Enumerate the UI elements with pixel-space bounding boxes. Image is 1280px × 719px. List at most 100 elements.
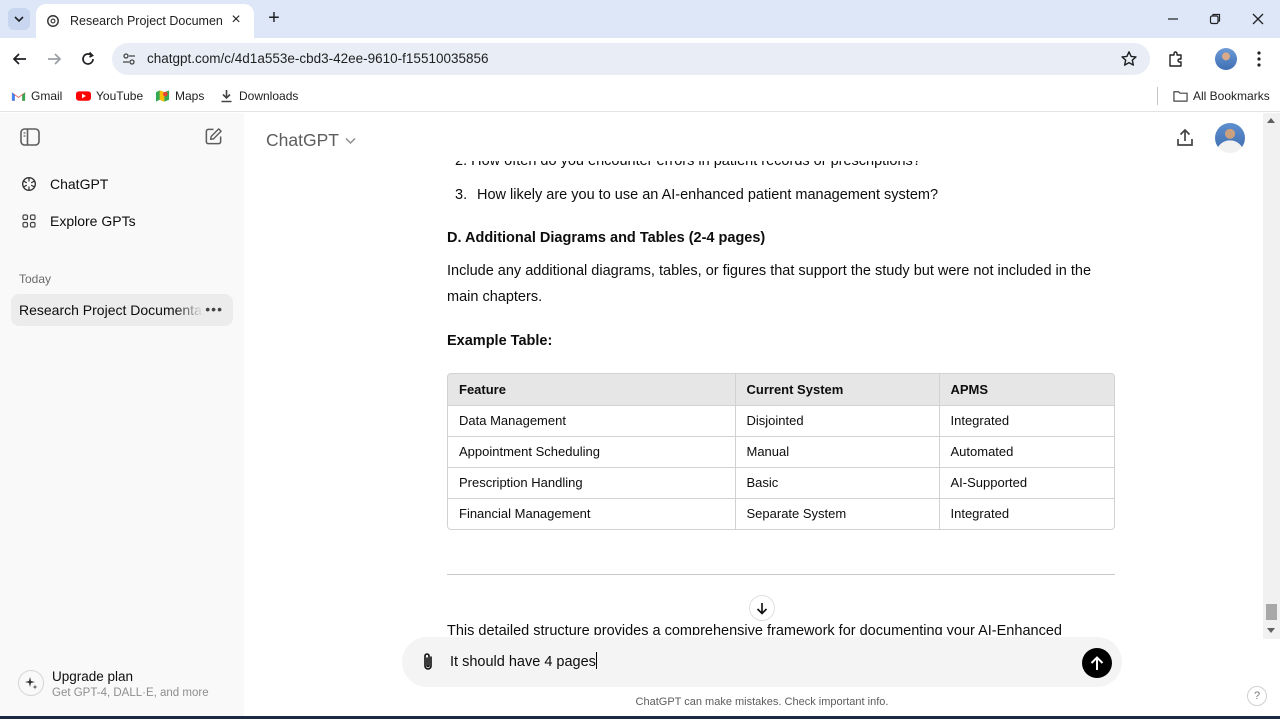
table-cell: Disjointed: [735, 404, 940, 436]
message-input-value: It should have 4 pages: [450, 654, 596, 670]
arrow-up-icon: [1090, 655, 1104, 670]
table-row: Data Management Disjointed Integrated: [448, 404, 1114, 436]
bookmark-label: YouTube: [96, 89, 144, 103]
bookmark-maps[interactable]: Maps: [155, 87, 204, 105]
bookmark-label: Gmail: [31, 89, 63, 103]
bookmark-star-icon[interactable]: [1120, 50, 1138, 68]
table-label: Example Table:: [447, 333, 553, 349]
list-number: 3.: [455, 187, 468, 203]
forward-button[interactable]: [44, 49, 64, 69]
sidebar-item-chatgpt[interactable]: ChatGPT: [12, 167, 232, 201]
chatgpt-logo-icon: [20, 175, 38, 193]
sidebar-toggle-icon[interactable]: [20, 128, 40, 146]
upgrade-subtitle: Get GPT-4, DALL·E, and more: [52, 687, 209, 699]
bookmarks-divider: [1157, 87, 1158, 105]
model-selector[interactable]: ChatGPT: [266, 130, 356, 151]
table-row: Financial Management Separate System Int…: [448, 497, 1114, 529]
sidebar-item-label: ChatGPT: [50, 176, 109, 192]
grid-icon: [20, 212, 38, 230]
text-caret: [595, 652, 597, 669]
restore-button[interactable]: [1205, 9, 1225, 29]
new-chat-icon[interactable]: [204, 127, 223, 146]
browser-menu-button[interactable]: [1249, 49, 1269, 69]
paragraph: Include any additional diagrams, tables,…: [447, 263, 1092, 305]
table-cell: AI-Supported: [939, 466, 1114, 498]
back-button[interactable]: [10, 49, 30, 69]
table-cell: Data Management: [448, 404, 736, 436]
user-avatar[interactable]: [1215, 123, 1245, 153]
bookmark-gmail[interactable]: Gmail: [11, 87, 62, 105]
scroll-up-arrow-icon[interactable]: [1267, 118, 1275, 123]
sidebar-section-today: Today: [19, 272, 52, 286]
paperclip-icon[interactable]: [418, 651, 438, 673]
scrollbar-thumb[interactable]: [1266, 604, 1277, 620]
conversation-item[interactable]: Research Project Documentation •••: [11, 294, 233, 326]
chevron-down-icon: [14, 16, 24, 23]
close-window-button[interactable]: [1248, 9, 1268, 29]
table-cell: Appointment Scheduling: [448, 435, 736, 467]
assistant-message: 2. How often do you encounter errors in …: [447, 153, 1115, 635]
list-item: 3. How likely are you to use an AI-enhanc…: [455, 187, 938, 203]
maps-icon: [155, 90, 170, 102]
table-header-cell: Current System: [735, 374, 940, 405]
table-cell: Separate System: [735, 497, 940, 529]
bookmark-downloads[interactable]: Downloads: [219, 87, 298, 105]
message-input[interactable]: It should have 4 pages: [450, 652, 597, 670]
section-heading: D. Additional Diagrams and Tables (2-4 p…: [447, 230, 766, 246]
reload-button[interactable]: [78, 49, 98, 69]
chat-main: ChatGPT 2. How often do you encounter er…: [244, 113, 1280, 719]
scroll-down-arrow-icon[interactable]: [1267, 628, 1275, 633]
address-bar[interactable]: chatgpt.com/c/4d1a553e-cbd3-42ee-9610-f1…: [112, 43, 1150, 75]
table-cell: Manual: [735, 435, 940, 467]
browser-tab[interactable]: Research Project Documentation ×: [36, 4, 254, 38]
page-scrollbar[interactable]: [1263, 113, 1280, 639]
bookmark-label: Maps: [175, 89, 205, 103]
sparkle-icon: [18, 670, 44, 696]
url-text: chatgpt.com/c/4d1a553e-cbd3-42ee-9610-f1…: [147, 51, 489, 66]
minimize-button[interactable]: [1163, 9, 1183, 29]
table-header-cell: Feature: [448, 374, 736, 405]
scroll-to-bottom-button[interactable]: [749, 595, 775, 621]
browser-tab-strip: Research Project Documentation × +: [0, 0, 1280, 38]
restore-icon: [1209, 13, 1221, 25]
bookmark-youtube[interactable]: YouTube: [76, 87, 143, 105]
help-button[interactable]: ?: [1247, 686, 1267, 706]
disclaimer-text: ChatGPT can make mistakes. Check importa…: [635, 696, 889, 708]
send-button[interactable]: [1082, 648, 1112, 678]
bookmarks-bar: Gmail YouTube Maps Downloads All Bookmar…: [0, 80, 1280, 112]
browser-toolbar: chatgpt.com/c/4d1a553e-cbd3-42ee-9610-f1…: [0, 38, 1280, 80]
extensions-button[interactable]: [1166, 49, 1186, 69]
upgrade-title: Upgrade plan: [52, 669, 134, 684]
close-tab-icon[interactable]: ×: [228, 12, 244, 29]
browser-profile-avatar[interactable]: [1215, 48, 1237, 70]
list-text: How likely are you to use an AI-enhanced…: [477, 187, 939, 203]
divider: [447, 574, 1115, 575]
sidebar-item-explore-gpts[interactable]: Explore GPTs: [12, 204, 232, 238]
table-row: Appointment Scheduling Manual Automated: [448, 435, 1114, 467]
tab-title: Research Project Documentation: [70, 14, 222, 28]
partially-hidden-list-item: 2. How often do you encounter errors in …: [455, 153, 921, 169]
share-icon[interactable]: [1174, 127, 1196, 149]
site-settings-icon[interactable]: [122, 52, 136, 66]
arrow-right-icon: [48, 53, 62, 65]
chevron-down-icon: [345, 137, 356, 144]
gmail-icon: [11, 92, 26, 101]
tab-search-button[interactable]: [8, 8, 30, 30]
paragraph: This detailed structure provides a compr…: [447, 623, 1062, 635]
sidebar-item-label: Explore GPTs: [50, 213, 136, 229]
youtube-icon: [76, 91, 91, 101]
new-tab-button[interactable]: +: [264, 8, 284, 29]
puzzle-icon: [1169, 51, 1182, 67]
table-cell: Prescription Handling: [448, 466, 736, 498]
download-icon: [221, 90, 232, 103]
table-cell: Integrated: [939, 404, 1114, 436]
upgrade-plan-button[interactable]: Upgrade plan Get GPT-4, DALL·E, and more: [18, 666, 228, 706]
more-options-icon[interactable]: •••: [205, 301, 223, 317]
reload-icon: [82, 51, 94, 65]
comparison-table: Feature Current System APMS Data Managem…: [447, 373, 1115, 530]
all-bookmarks-button[interactable]: All Bookmarks: [1173, 87, 1270, 105]
more-vertical-icon: [1257, 51, 1261, 67]
message-composer: It should have 4 pages: [402, 637, 1122, 687]
table-header-row: Feature Current System APMS: [448, 374, 1114, 405]
close-icon: [1252, 13, 1264, 25]
